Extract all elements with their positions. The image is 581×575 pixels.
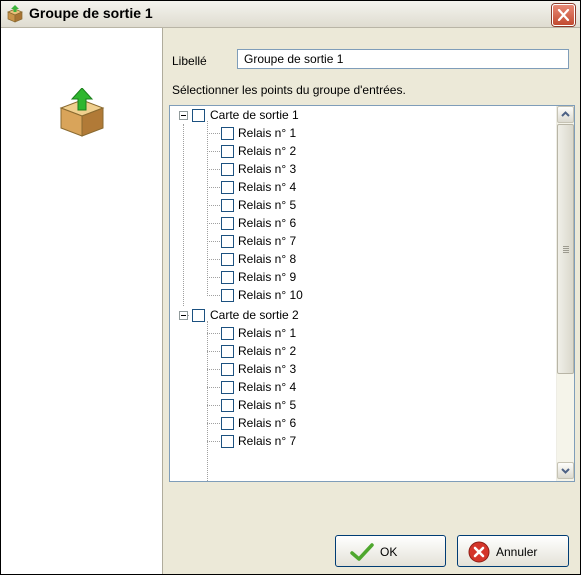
item-label: Relais n° 2 xyxy=(238,344,297,358)
scroll-thumb[interactable] xyxy=(557,124,574,374)
tree-item[interactable]: Relais n° 4 xyxy=(170,178,554,196)
libelle-input[interactable]: Groupe de sortie 1 xyxy=(237,49,569,69)
tree-item[interactable]: Relais n° 8 xyxy=(170,250,554,268)
chevron-down-icon xyxy=(561,468,570,474)
tree-item[interactable]: Relais n° 2 xyxy=(170,142,554,160)
item-label: Relais n° 3 xyxy=(238,362,297,376)
checkmark-icon xyxy=(350,543,374,561)
item-label: Relais n° 5 xyxy=(238,398,297,412)
group-label: Carte de sortie 2 xyxy=(210,308,299,322)
collapse-icon[interactable] xyxy=(179,311,188,320)
tree-item[interactable]: Relais n° 4 xyxy=(170,378,554,396)
chevron-up-icon xyxy=(561,111,570,117)
cancel-button[interactable]: Annuler xyxy=(457,535,569,567)
form-panel: Libellé Groupe de sortie 1 Sélectionner … xyxy=(163,28,580,574)
item-checkbox[interactable] xyxy=(221,127,234,140)
ok-label: OK xyxy=(380,545,398,559)
tree-item[interactable]: Relais n° 3 xyxy=(170,360,554,378)
item-checkbox[interactable] xyxy=(221,381,234,394)
item-label: Relais n° 1 xyxy=(238,326,297,340)
item-label: Relais n° 8 xyxy=(238,252,297,266)
item-checkbox[interactable] xyxy=(221,399,234,412)
tree-item[interactable]: Relais n° 5 xyxy=(170,196,554,214)
tree-item[interactable]: Relais n° 2 xyxy=(170,342,554,360)
cancel-icon xyxy=(468,541,490,563)
item-checkbox[interactable] xyxy=(221,417,234,430)
box-upload-icon xyxy=(59,88,105,137)
tree-item[interactable]: Relais n° 6 xyxy=(170,214,554,232)
libelle-label: Libellé xyxy=(172,54,207,68)
tree-item[interactable]: Relais n° 5 xyxy=(170,396,554,414)
item-checkbox[interactable] xyxy=(221,163,234,176)
title-bar[interactable]: Groupe de sortie 1 xyxy=(1,1,580,28)
item-label: Relais n° 10 xyxy=(238,288,303,302)
item-label: Relais n° 7 xyxy=(238,234,297,248)
tree-item[interactable]: Relais n° 6 xyxy=(170,414,554,432)
tree-item[interactable]: Relais n° 3 xyxy=(170,160,554,178)
item-checkbox[interactable] xyxy=(221,363,234,376)
item-checkbox[interactable] xyxy=(221,289,234,302)
item-checkbox[interactable] xyxy=(221,253,234,266)
item-checkbox[interactable] xyxy=(221,345,234,358)
tree-item[interactable]: Relais n° 1 xyxy=(170,124,554,142)
item-label: Relais n° 7 xyxy=(238,434,297,448)
item-checkbox[interactable] xyxy=(221,145,234,158)
group-checkbox[interactable] xyxy=(192,309,205,322)
item-label: Relais n° 4 xyxy=(238,180,297,194)
scroll-down-button[interactable] xyxy=(557,462,574,479)
item-checkbox[interactable] xyxy=(221,271,234,284)
item-label: Relais n° 4 xyxy=(238,380,297,394)
item-checkbox[interactable] xyxy=(221,181,234,194)
item-checkbox[interactable] xyxy=(221,199,234,212)
item-label: Relais n° 6 xyxy=(238,216,297,230)
item-label: Relais n° 6 xyxy=(238,416,297,430)
group-checkbox[interactable] xyxy=(192,109,205,122)
tree-item[interactable]: Relais n° 7 xyxy=(170,432,554,450)
ok-button[interactable]: OK xyxy=(335,535,446,567)
item-checkbox[interactable] xyxy=(221,235,234,248)
box-icon xyxy=(7,5,23,23)
tree-item[interactable]: Relais n° 9 xyxy=(170,268,554,286)
item-label: Relais n° 9 xyxy=(238,270,297,284)
close-button[interactable] xyxy=(552,4,575,26)
tree-item[interactable]: Relais n° 10 xyxy=(170,286,554,304)
cancel-label: Annuler xyxy=(496,545,538,559)
item-checkbox[interactable] xyxy=(221,327,234,340)
item-checkbox[interactable] xyxy=(221,435,234,448)
tree-group-2[interactable]: Carte de sortie 2 xyxy=(170,306,554,324)
item-label: Relais n° 1 xyxy=(238,126,297,140)
scroll-up-button[interactable] xyxy=(557,106,574,123)
vertical-scrollbar[interactable] xyxy=(556,106,574,481)
group-label: Carte de sortie 1 xyxy=(210,108,299,122)
item-label: Relais n° 2 xyxy=(238,144,297,158)
points-tree[interactable]: Carte de sortie 1 Relais n° 1 Relais n° … xyxy=(169,105,575,482)
tree-item[interactable]: Relais n° 1 xyxy=(170,324,554,342)
window-title: Groupe de sortie 1 xyxy=(29,5,153,21)
item-label: Relais n° 5 xyxy=(238,198,297,212)
collapse-icon[interactable] xyxy=(179,111,188,120)
item-label: Relais n° 3 xyxy=(238,162,297,176)
instructions-text: Sélectionner les points du groupe d'entr… xyxy=(172,83,406,97)
tree-item[interactable]: Relais n° 7 xyxy=(170,232,554,250)
close-icon xyxy=(557,9,570,21)
left-panel xyxy=(1,28,163,574)
dialog-window: Groupe de sortie 1 Libellé Groupe de sor… xyxy=(0,0,581,575)
tree-group-1[interactable]: Carte de sortie 1 xyxy=(170,106,554,124)
item-checkbox[interactable] xyxy=(221,217,234,230)
